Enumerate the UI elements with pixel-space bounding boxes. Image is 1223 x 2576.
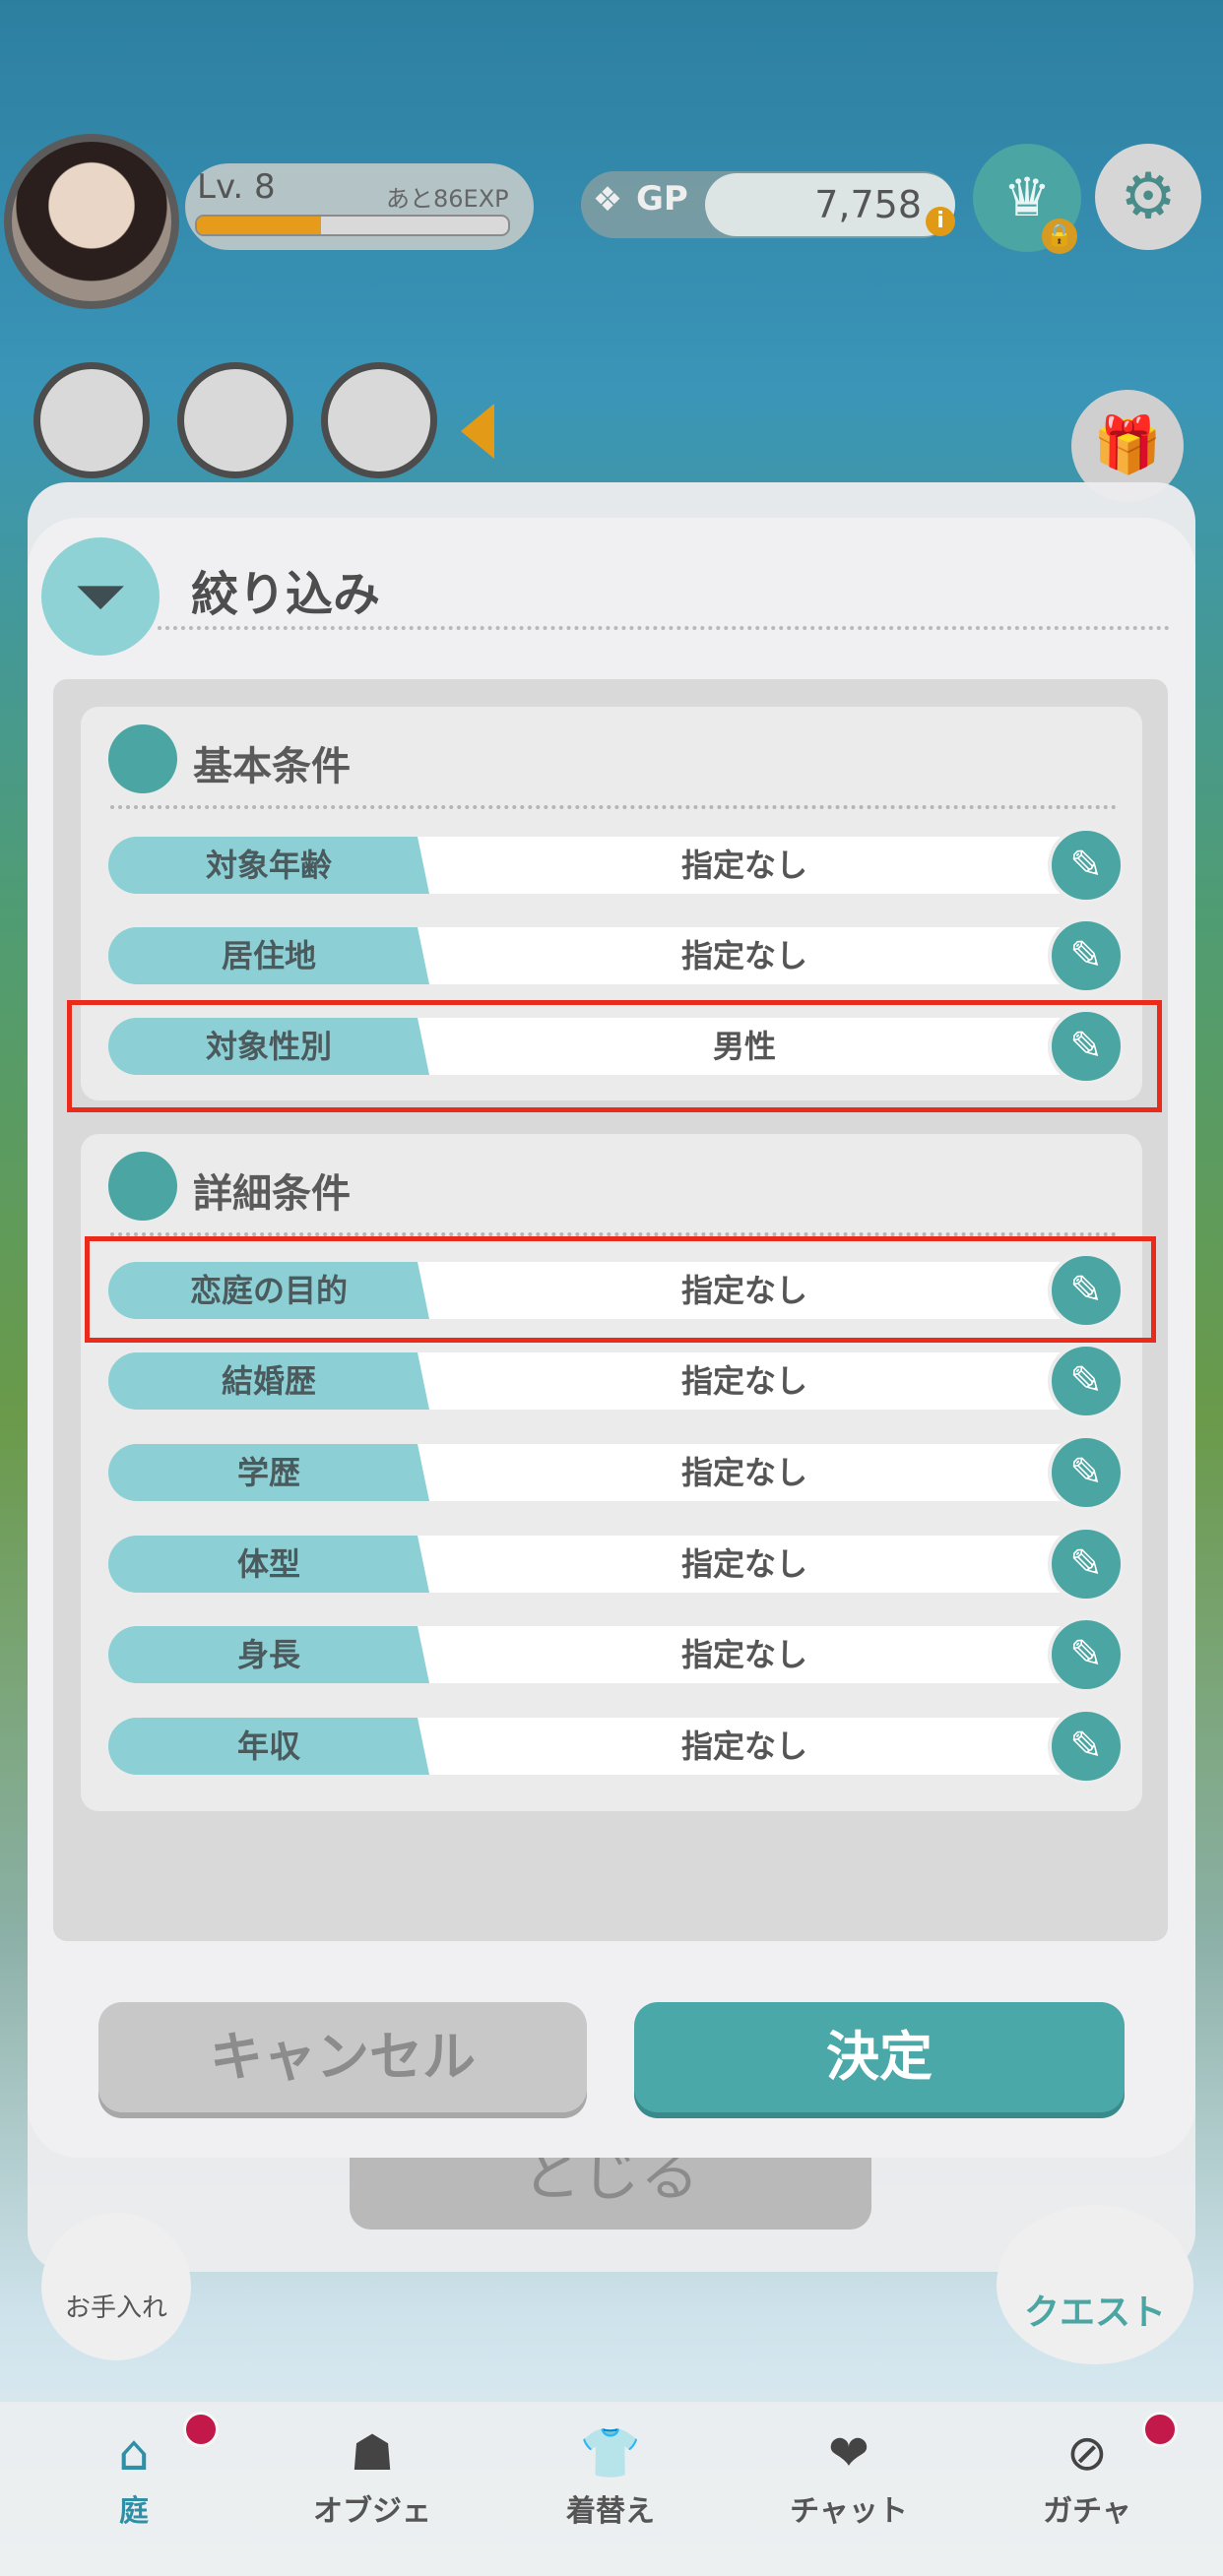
- player-avatar[interactable]: [4, 134, 179, 309]
- lock-icon: 🔒: [1042, 219, 1077, 254]
- edit-icon[interactable]: ✎: [1048, 827, 1125, 904]
- exp-bar-fill: [197, 217, 322, 234]
- section-title: 基本条件: [193, 744, 351, 789]
- row-label: 年収: [236, 1728, 300, 1765]
- filter-row-marriage-history[interactable]: 結婚歴 指定なし ✎: [108, 1343, 1125, 1419]
- filter-row-body-type[interactable]: 体型 指定なし ✎: [108, 1526, 1125, 1602]
- notification-badge: [1142, 2412, 1178, 2447]
- row-value: 指定なし: [680, 1454, 807, 1491]
- highlight-box-gender: [67, 1000, 1162, 1112]
- settings-button[interactable]: ⚙: [1095, 144, 1201, 250]
- highlight-box-purpose: [85, 1236, 1156, 1343]
- row-value: 指定なし: [680, 1636, 807, 1673]
- exp-remaining-text: あと86EXP: [386, 185, 509, 213]
- filter-row-height[interactable]: 身長 指定なし ✎: [108, 1616, 1125, 1693]
- object-icon: ☗: [350, 2424, 395, 2482]
- gp-value: 7,758: [814, 183, 922, 226]
- edit-icon[interactable]: ✎: [1048, 1434, 1125, 1511]
- section-dot: [108, 1152, 177, 1221]
- care-button[interactable]: [41, 2213, 191, 2360]
- slot-circle-3[interactable]: [321, 362, 437, 478]
- row-label: 身長: [236, 1636, 300, 1673]
- row-label: 対象年齢: [205, 847, 332, 884]
- row-value: 指定なし: [680, 1728, 807, 1765]
- row-label: 居住地: [221, 937, 316, 974]
- section-divider: [110, 805, 1117, 809]
- nav-label: 庭: [119, 2494, 149, 2529]
- gp-info-icon[interactable]: i: [926, 207, 955, 236]
- section-dot: [108, 724, 177, 793]
- filter-row-age[interactable]: 対象年齢 指定なし ✎: [108, 827, 1125, 904]
- nav-label: 着替え: [566, 2494, 655, 2529]
- gear-icon: ⚙: [1120, 160, 1177, 233]
- notification-badge: [183, 2412, 219, 2447]
- row-value: 指定なし: [680, 937, 807, 974]
- exp-bar: [195, 215, 510, 236]
- edit-icon[interactable]: ✎: [1048, 1526, 1125, 1602]
- confirm-button[interactable]: 決定: [634, 2002, 1125, 2112]
- section-title: 詳細条件: [193, 1171, 351, 1217]
- row-label: 結婚歴: [221, 1362, 316, 1400]
- slot-circle-2[interactable]: [177, 362, 293, 478]
- crown-icon: ♛: [1002, 166, 1052, 228]
- row-label: 学歴: [236, 1454, 300, 1491]
- filter-row-income[interactable]: 年収 指定なし ✎: [108, 1708, 1125, 1785]
- modal-title: 絞り込み: [191, 567, 381, 622]
- gp-icon: ❖: [592, 180, 623, 220]
- gift-icon: 🎁: [1093, 413, 1162, 477]
- slot-circle-1[interactable]: [33, 362, 150, 478]
- edit-icon[interactable]: ✎: [1048, 1616, 1125, 1693]
- gp-label: GP: [636, 179, 688, 219]
- care-label: お手入れ: [64, 2293, 167, 2323]
- row-label: 体型: [236, 1545, 300, 1583]
- cancel-button[interactable]: キャンセル: [98, 2002, 587, 2112]
- title-divider: [158, 626, 1170, 630]
- nav-item-object[interactable]: ☗ オブジェ: [274, 2423, 471, 2530]
- filter-row-residence[interactable]: 居住地 指定なし ✎: [108, 917, 1125, 994]
- collapse-arrow-icon[interactable]: [461, 404, 494, 459]
- nav-item-chat[interactable]: ❤ チャット: [750, 2423, 947, 2530]
- row-value: 指定なし: [680, 1545, 807, 1583]
- edit-icon[interactable]: ✎: [1048, 1708, 1125, 1785]
- edit-icon[interactable]: ✎: [1048, 1343, 1125, 1419]
- nav-label: チャット: [790, 2494, 908, 2529]
- row-value: 指定なし: [680, 847, 807, 884]
- clothes-icon: 👕: [579, 2424, 642, 2482]
- chat-icon: ❤: [828, 2424, 869, 2482]
- edit-icon[interactable]: ✎: [1048, 917, 1125, 994]
- level-text: Lv. 8: [197, 167, 276, 207]
- filter-icon: ⏷: [41, 537, 160, 656]
- nav-label: ガチャ: [1043, 2494, 1131, 2529]
- quest-label: クエスト: [1023, 2293, 1166, 2333]
- nav-item-clothes[interactable]: 👕 着替え: [512, 2423, 709, 2530]
- filter-row-education[interactable]: 学歴 指定なし ✎: [108, 1434, 1125, 1511]
- row-value: 指定なし: [680, 1362, 807, 1400]
- nav-label: オブジェ: [313, 2494, 431, 2529]
